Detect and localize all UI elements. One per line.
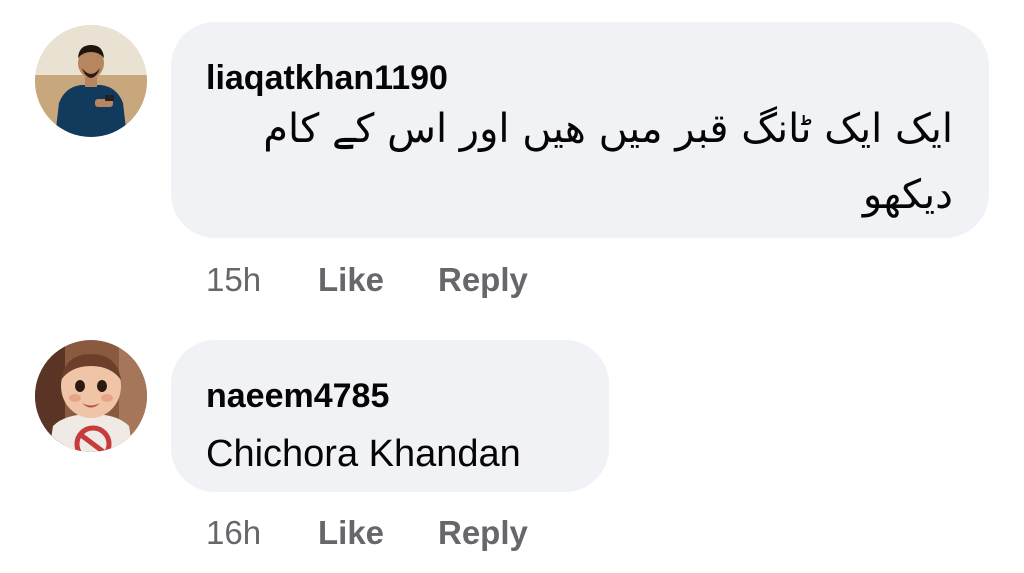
comment-timestamp[interactable]: 15h [206,260,261,300]
reply-button[interactable]: Reply [438,513,528,553]
reply-button[interactable]: Reply [438,260,528,300]
comment-item: liaqatkhan1190 ایک ایک ٹانگ قبر میں ھیں … [0,0,1024,310]
avatar-photo [35,340,147,452]
comment-actions: 15h Like Reply [206,260,706,300]
comment-bubble[interactable]: naeem4785 Chichora Khandan [171,340,609,492]
comment-item: naeem4785 Chichora Khandan 16h Like Repl… [0,330,1024,573]
comment-timestamp[interactable]: 16h [206,513,261,553]
avatar[interactable] [35,340,147,452]
like-button[interactable]: Like [318,260,384,300]
comment-text: Chichora Khandan [206,433,521,475]
comment-actions: 16h Like Reply [206,513,706,553]
comment-author[interactable]: naeem4785 [206,376,389,416]
avatar[interactable] [35,25,147,137]
avatar-photo [35,25,147,137]
comment-bubble[interactable]: liaqatkhan1190 ایک ایک ٹانگ قبر میں ھیں … [171,22,989,238]
like-button[interactable]: Like [318,513,384,553]
comment-text: ایک ایک ٹانگ قبر میں ھیں اور اس کے کام د… [263,106,953,218]
comment-author[interactable]: liaqatkhan1190 [206,58,448,98]
